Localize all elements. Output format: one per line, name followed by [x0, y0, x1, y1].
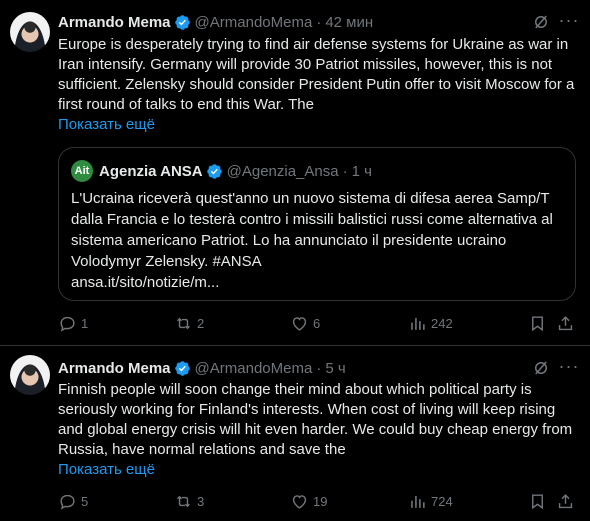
retweet-button[interactable]: 3 — [174, 490, 204, 512]
tweet-actions: 5 3 19 724 — [58, 490, 574, 512]
reply-icon — [60, 494, 75, 510]
share-icon — [558, 315, 573, 330]
reply-icon — [60, 316, 75, 332]
like-count: 19 — [313, 493, 328, 509]
retweet-icon — [177, 495, 190, 507]
retweet-icon — [177, 317, 190, 329]
quote-author-name[interactable]: Agenzia ANSA — [99, 163, 203, 180]
author-handle[interactable]: @ArmandoMema — [195, 14, 313, 31]
separator-dot: · — [342, 162, 348, 180]
grok-icon[interactable] — [532, 359, 550, 377]
author-name[interactable]: Armando Mema — [58, 14, 171, 31]
avatar[interactable] — [10, 12, 50, 52]
views-count: 242 — [431, 315, 453, 331]
quoted-tweet[interactable]: Ait Agenzia ANSA @Agenzia_Ansa · 1 ч L'U… — [58, 147, 576, 301]
separator-dot: · — [316, 359, 322, 377]
quote-text: L'Ucraina riceverà quest'anno un nuovo s… — [71, 190, 553, 270]
more-icon[interactable]: ··· — [558, 357, 580, 379]
reply-count: 1 — [81, 315, 89, 331]
verified-badge-icon — [174, 14, 190, 30]
like-button[interactable]: 19 — [290, 490, 327, 512]
bookmark-button[interactable] — [528, 490, 551, 512]
retweet-count: 2 — [197, 315, 205, 331]
reply-button[interactable]: 5 — [58, 490, 88, 512]
quote-avatar[interactable]: Ait — [71, 160, 93, 182]
like-button[interactable]: 6 — [290, 312, 320, 334]
quote-text-block: L'Ucraina riceverà quest'anno un nuovo s… — [71, 188, 563, 293]
tweet-actions: 1 2 6 242 — [58, 312, 574, 334]
share-icon — [558, 493, 573, 508]
quote-header: Ait Agenzia ANSA @Agenzia_Ansa · 1 ч — [71, 160, 372, 182]
tweet-header: Armando Mema @ArmandoMema · 5 ч ··· — [58, 357, 580, 379]
views-icon — [411, 317, 425, 330]
timestamp[interactable]: 5 ч — [325, 360, 345, 377]
verified-badge-icon — [206, 163, 222, 179]
separator-dot: · — [316, 13, 322, 31]
views-button[interactable]: 724 — [408, 490, 453, 512]
like-icon — [292, 494, 307, 509]
tweet[interactable]: Armando Mema @ArmandoMema · 5 ч ··· Finn… — [0, 347, 590, 521]
author-handle[interactable]: @ArmandoMema — [195, 360, 313, 377]
share-button[interactable] — [556, 312, 579, 334]
retweet-count: 3 — [197, 493, 205, 509]
more-icon[interactable]: ··· — [558, 11, 580, 33]
views-count: 724 — [431, 493, 453, 509]
timestamp[interactable]: 42 мин — [325, 14, 373, 31]
bookmark-icon — [532, 315, 543, 331]
quote-link[interactable]: ansa.it/sito/notizie/m... — [71, 274, 219, 291]
avatar[interactable] — [10, 355, 50, 395]
author-name[interactable]: Armando Mema — [58, 360, 171, 377]
verified-badge-icon — [174, 360, 190, 376]
show-more-link[interactable]: Показать ещё — [58, 461, 155, 478]
like-count: 6 — [313, 315, 321, 331]
views-button[interactable]: 242 — [408, 312, 453, 334]
reply-count: 5 — [81, 493, 89, 509]
bookmark-button[interactable] — [528, 312, 551, 334]
tweet-header: Armando Mema @ArmandoMema · 42 мин ··· — [58, 11, 580, 33]
share-button[interactable] — [556, 490, 579, 512]
retweet-button[interactable]: 2 — [174, 312, 204, 334]
show-more-link[interactable]: Показать ещё — [58, 116, 155, 133]
views-icon — [411, 495, 425, 508]
reply-button[interactable]: 1 — [58, 312, 88, 334]
bookmark-icon — [532, 493, 543, 509]
quote-author-handle[interactable]: @Agenzia_Ansa — [227, 163, 339, 180]
quote-timestamp[interactable]: 1 ч — [352, 163, 372, 180]
grok-icon[interactable] — [532, 13, 550, 31]
like-icon — [292, 316, 307, 331]
tweet-text: Finnish people will soon change their mi… — [58, 381, 573, 458]
tweet-text: Europe is desperately trying to find air… — [58, 36, 575, 113]
tweet[interactable]: Armando Mema @ArmandoMema · 42 мин ··· E… — [0, 0, 590, 346]
